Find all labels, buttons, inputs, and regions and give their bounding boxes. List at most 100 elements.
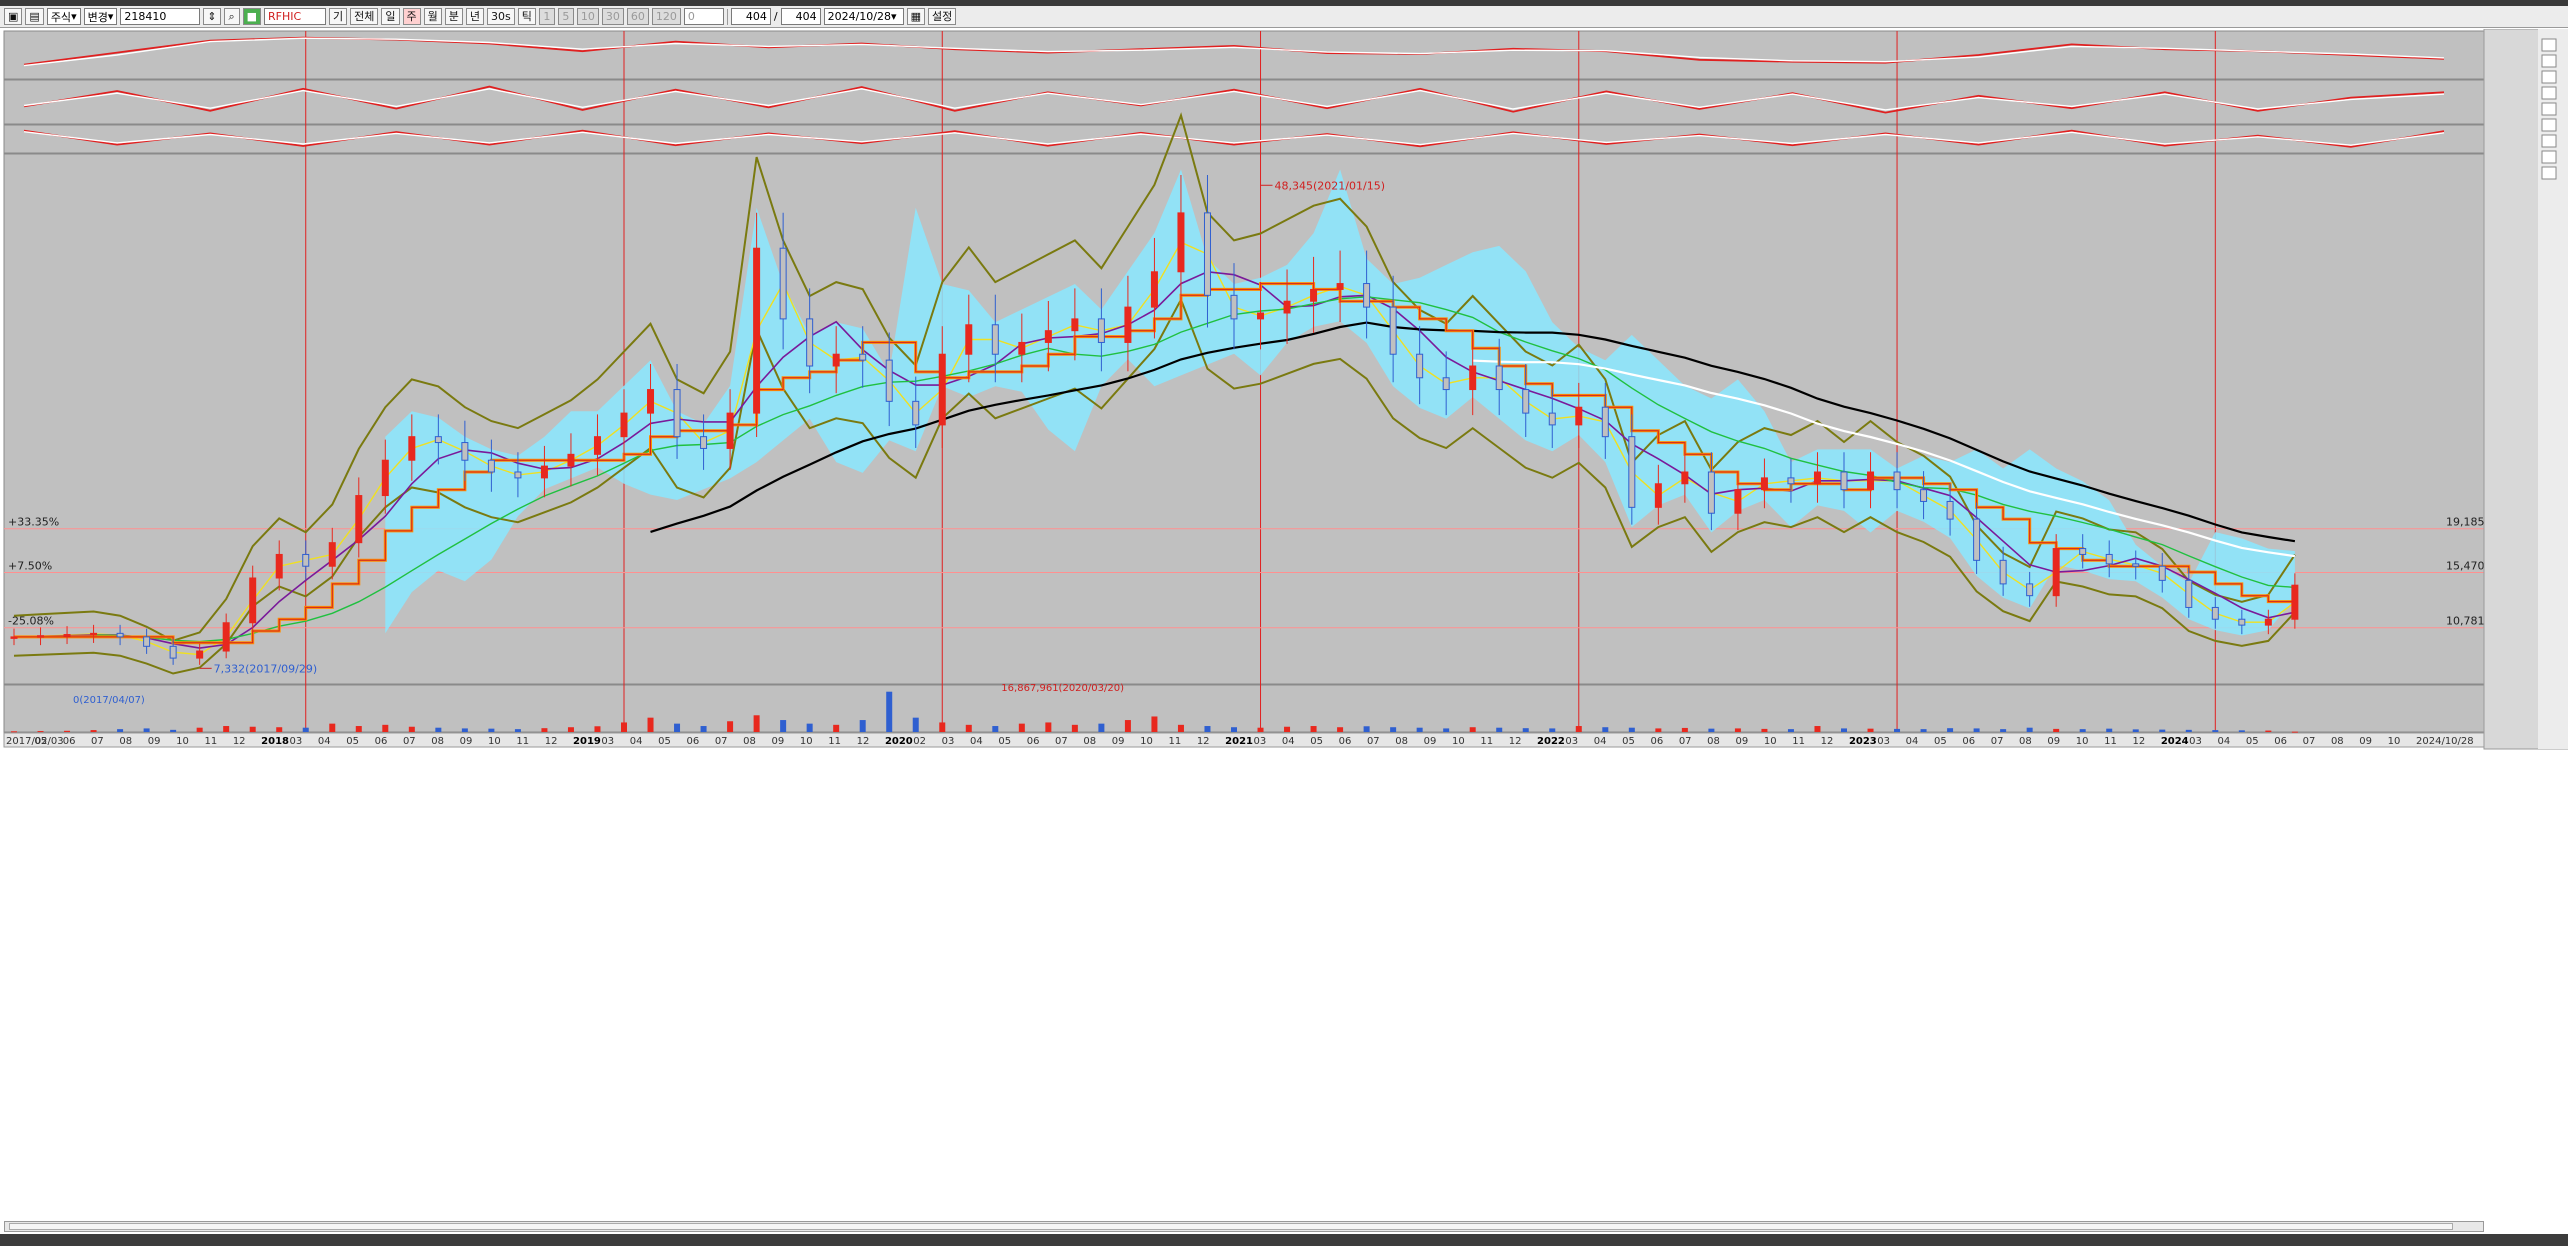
settings-button[interactable]: 설정 (927, 8, 957, 25)
x-axis-label: 08 (743, 736, 756, 747)
period-button-year[interactable]: 년 (465, 8, 484, 25)
candle-body (1681, 471, 1689, 485)
x-axis-label: 2023 (1849, 736, 1877, 747)
pin-icon[interactable]: ▣ (4, 8, 23, 25)
display-count-input[interactable]: 404 (730, 8, 771, 25)
tick-button-120[interactable]: 120 (651, 8, 681, 25)
tick-button-30[interactable]: 30 (601, 8, 624, 25)
period-button-30s[interactable]: 30s (487, 8, 515, 25)
circle-icon[interactable] (2541, 86, 2557, 100)
volume-bar (355, 726, 362, 732)
horizontal-scrollbar[interactable] (4, 1221, 2484, 1232)
x-axis-label: 2020 (885, 736, 913, 747)
stock-code-input[interactable]: 218410 (120, 8, 201, 25)
x-axis-label: 03 (290, 736, 303, 747)
volume-bar (833, 724, 840, 732)
line-icon[interactable] (2541, 54, 2557, 68)
x-axis-label: 09 (1736, 736, 1749, 747)
price-annotation: 7,332(2017/09/29) (214, 662, 317, 675)
total-count-input[interactable]: 404 (780, 8, 821, 25)
volume-annotation: 16,867,961(2020/03/20) (1001, 683, 1124, 694)
rect-icon[interactable] (2541, 102, 2557, 116)
volume-bar (2291, 731, 2298, 733)
tick-button-60[interactable]: 60 (626, 8, 649, 25)
candle-body (2132, 563, 2140, 567)
tick-button-1[interactable]: 1 (538, 8, 555, 25)
fib-icon-frame (2541, 134, 2557, 148)
volume-bar (1841, 728, 1847, 732)
x-axis-label: 04 (1594, 736, 1607, 747)
period-button-all[interactable]: 전체 (350, 8, 379, 25)
spin-icon[interactable]: ⇕ (203, 8, 221, 25)
tick-button-10[interactable]: 10 (576, 8, 599, 25)
x-axis-label: 2024 (2161, 736, 2189, 747)
search-icon[interactable]: ⌕ (223, 8, 240, 25)
x-axis-label: 06 (686, 736, 699, 747)
volume-bar (2238, 730, 2245, 732)
volume-bar (1761, 728, 1768, 732)
volume-bar (1894, 728, 1901, 732)
stock-chart[interactable]: 75.0050.0025.0026.15 50.0025.0069.09 50.… (0, 29, 2568, 1219)
volume-bar (1231, 727, 1237, 732)
text-icon[interactable] (2541, 118, 2557, 132)
volume-bar (514, 729, 521, 732)
window-icon[interactable]: ▤ (25, 8, 44, 25)
candle-body (965, 324, 973, 355)
candle-body (1999, 559, 2007, 585)
x-axis-label: 10 (2076, 736, 2089, 747)
volume-bar (2265, 730, 2272, 732)
volume-bar (912, 717, 919, 732)
x-axis: 2017/02/0305 06 07 08 09 10 11 12 2018 03 04 05 06 07… (6, 736, 2474, 747)
volume-bar (408, 726, 415, 732)
candle-body (991, 324, 999, 355)
zoom-icon-frame (2541, 166, 2557, 180)
x-axis-label: 05 (346, 736, 359, 747)
x-axis-label: 06 (1027, 736, 1040, 747)
period-button-minute[interactable]: 분 (444, 8, 463, 25)
volume-bar (1257, 727, 1264, 732)
volume-bar (753, 715, 760, 732)
volume-bar (117, 729, 124, 732)
volume-bar (1177, 724, 1184, 732)
chevron-down-icon: ▾ (71, 10, 77, 23)
tick-count-input[interactable]: 0 (683, 8, 724, 25)
period-button-day[interactable]: 일 (381, 8, 400, 25)
price-axis-label-upper: 19,185 (2446, 516, 2485, 529)
volume-bar (727, 721, 734, 732)
volume-bar (1496, 727, 1503, 732)
period-button-tick[interactable]: 틱 (517, 8, 536, 25)
x-axis-label: 10 (1140, 736, 1153, 747)
tick-button-5[interactable]: 5 (557, 8, 574, 25)
panel-backgrounds (3, 30, 2485, 748)
period-button-base[interactable]: 기 (329, 8, 348, 25)
x-axis-label: 09 (772, 736, 785, 747)
scrollbar-thumb[interactable] (9, 1223, 2453, 1230)
fib-icon[interactable] (2541, 134, 2557, 148)
cursor-icon[interactable] (2541, 38, 2557, 52)
pen-icon[interactable] (2541, 70, 2557, 84)
x-axis-label: 09 (460, 736, 473, 747)
market-select[interactable]: 주식 ▾ (46, 8, 81, 25)
zoom-icon[interactable] (2541, 166, 2557, 180)
volume-annotation: 0(2017/04/07) (73, 695, 145, 706)
candle-body (2158, 565, 2166, 581)
x-axis-label: 12 (1821, 736, 1834, 747)
calendar-icon[interactable]: ▦ (906, 8, 925, 25)
candle-body (1336, 283, 1344, 290)
x-axis-label: 11 (516, 736, 529, 747)
change-select[interactable]: 변경 ▾ (83, 8, 118, 25)
candle-body (1628, 436, 1636, 508)
grid-icon[interactable] (2541, 150, 2557, 164)
candle-body (2264, 618, 2272, 626)
x-axis-label: 04 (318, 736, 331, 747)
grid-icon-frame (2541, 150, 2557, 164)
candle-body (1867, 471, 1875, 491)
status-bar (0, 1234, 2568, 1246)
volume-bar (170, 729, 177, 732)
candle-body (1071, 318, 1079, 332)
date-input[interactable]: 2024/10/28 ▾ (823, 8, 904, 25)
lock-icon[interactable]: ■ (242, 8, 261, 25)
period-button-month[interactable]: 월 (423, 8, 442, 25)
period-button-week[interactable]: 주 (402, 8, 421, 25)
x-axis-label: 12 (857, 736, 870, 747)
